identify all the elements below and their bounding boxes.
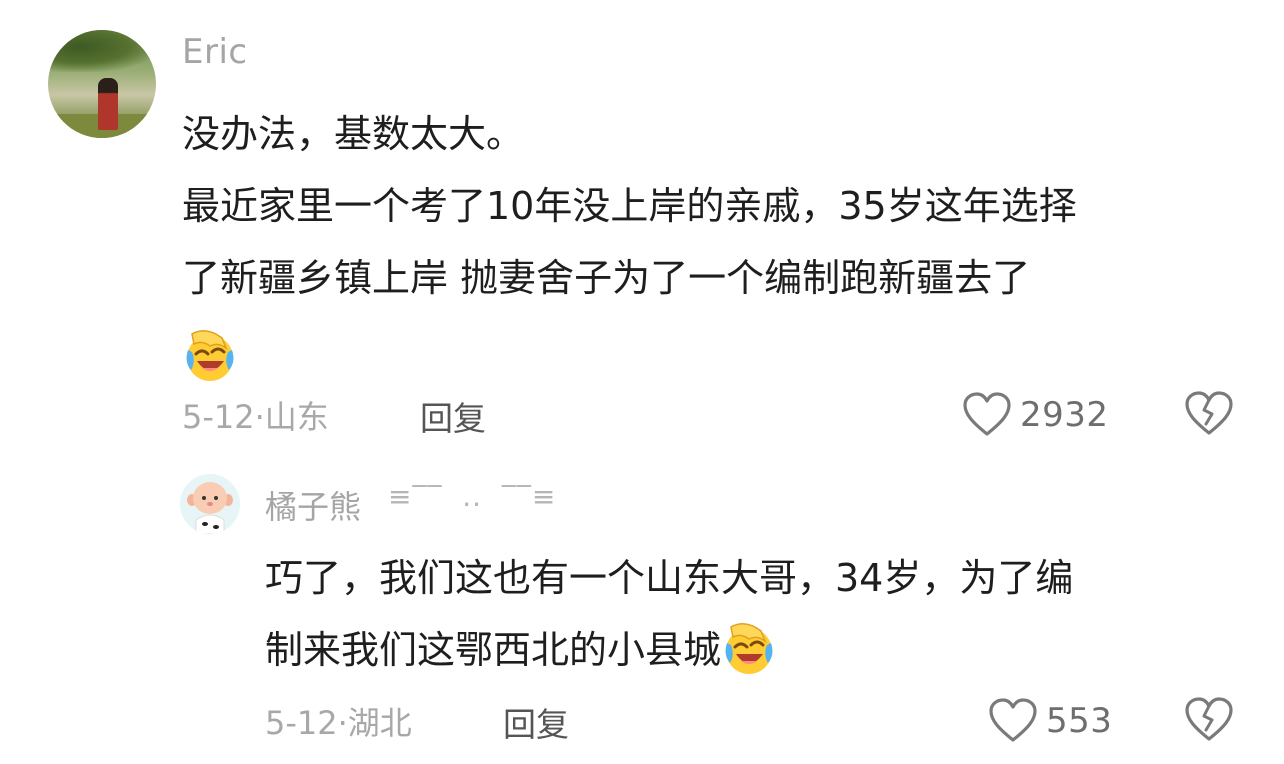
reply-like-button[interactable]: 553 (988, 696, 1112, 746)
meta-separator: · (254, 398, 265, 436)
reply-avatar[interactable] (180, 474, 240, 534)
comment-date: 5-12 (182, 398, 255, 436)
comment-text: 没办法，基数太大。 最近家里一个考了10年没上岸的亲戚，35岁这年选择 了新疆乡… (182, 98, 1252, 386)
reply-location: 湖北 (347, 704, 412, 742)
reply-meta: 5-12·湖北 (265, 698, 412, 744)
meta-separator: · (337, 704, 348, 742)
avatar-tree (48, 30, 156, 72)
avatar[interactable] (48, 30, 156, 138)
comment-item: Eric 没办法，基数太大。 最近家里一个考了10年没上岸的亲戚，35岁这年选择… (0, 0, 1284, 460)
broken-heart-icon (1185, 697, 1233, 741)
comment-line: 了新疆乡镇上岸 抛妻舍子为了一个编制跑新疆去了 (182, 256, 1031, 300)
comment-username[interactable]: Eric (182, 32, 248, 72)
heart-outline-icon (963, 392, 1011, 436)
reply-button[interactable]: 回复 (420, 392, 486, 440)
reply-line: 巧了，我们这也有一个山东大哥，34岁，为了编 (265, 556, 1074, 600)
broken-heart-icon (1185, 391, 1233, 435)
reply-text: 巧了，我们这也有一个山东大哥，34岁，为了编 制来我们这鄂西北的小县城 (265, 542, 1245, 686)
reply-date: 5-12 (265, 704, 338, 742)
reply-dislike-button[interactable] (1184, 696, 1234, 746)
face-with-tears-of-joy-icon (182, 328, 238, 384)
heart-outline-icon (989, 698, 1037, 742)
comment-emoji-line (182, 314, 1252, 386)
reply-line: 制来我们这鄂西北的小县城 (265, 614, 1245, 686)
comment-meta: 5-12·山东 (182, 392, 329, 438)
comment-location: 山东 (264, 398, 329, 436)
face-with-tears-of-joy-icon (721, 621, 777, 677)
reply-to-reply-button[interactable]: 回复 (503, 698, 569, 746)
dislike-button[interactable] (1184, 390, 1234, 440)
comment-line: 最近家里一个考了10年没上岸的亲戚，35岁这年选择 (182, 184, 1077, 228)
username-decoration: ≡‾‾ .. ‾‾≡ (388, 480, 557, 513)
reply-like-count: 553 (1046, 701, 1113, 741)
reply-username[interactable]: 橘子熊 (265, 482, 361, 528)
like-count: 2932 (1020, 395, 1109, 435)
avatar-figure (98, 78, 118, 130)
comment-line: 没办法，基数太大。 (182, 112, 525, 156)
baby-avatar-icon (180, 474, 240, 534)
reply-line-text: 制来我们这鄂西北的小县城 (265, 628, 722, 672)
like-button[interactable]: 2932 (962, 390, 1109, 440)
